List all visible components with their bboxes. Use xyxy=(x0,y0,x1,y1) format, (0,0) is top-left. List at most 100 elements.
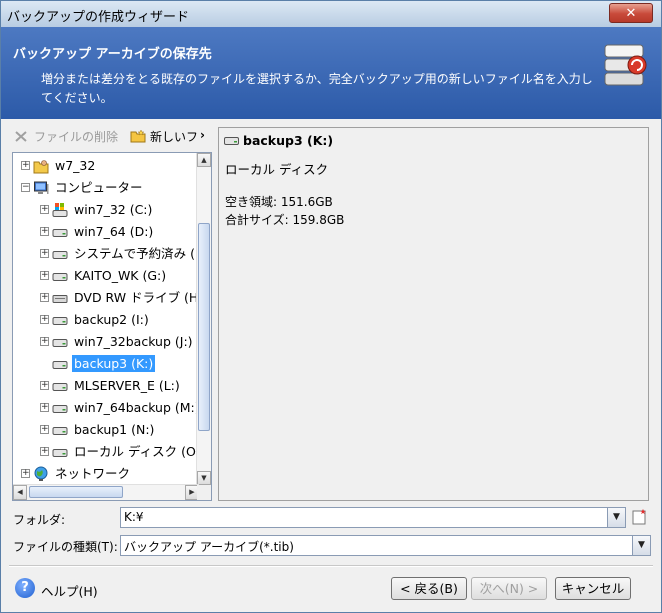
tree-item[interactable]: + システムで予約済み (F xyxy=(13,243,199,265)
vertical-scroll-thumb[interactable] xyxy=(198,223,210,431)
drive-icon xyxy=(52,268,68,284)
help-icon[interactable]: ? xyxy=(15,578,35,598)
new-folder-icon xyxy=(130,129,146,143)
tree-item[interactable]: + KAITO_WK (G:) xyxy=(13,265,199,287)
details-type: ローカル ディスク xyxy=(225,162,329,177)
system-drive-icon xyxy=(52,202,68,218)
backup-logo-icon xyxy=(604,44,647,86)
drive-icon xyxy=(52,356,68,372)
expand-plus-icon[interactable]: + xyxy=(40,337,49,346)
tree-item-label: MLSERVER_E (L:) xyxy=(74,378,180,393)
network-icon xyxy=(33,466,49,482)
tree-list: + w7_32 − コンピューター + win7_32 (C:) + win7_64 (D:)… xyxy=(13,155,199,485)
close-button[interactable]: ✕ xyxy=(609,3,653,23)
tree-item-label: backup1 (N:) xyxy=(74,422,155,437)
folder-dropdown-chevron-down-icon[interactable]: ▼ xyxy=(607,508,625,527)
expand-plus-icon[interactable]: + xyxy=(40,249,49,258)
tree-item-label: backup2 (I:) xyxy=(74,312,149,327)
folder-value: K:¥ xyxy=(124,510,144,524)
horizontal-scroll-thumb[interactable] xyxy=(29,486,123,498)
window-title: バックアップの作成ウィザード xyxy=(7,10,190,25)
drive-icon xyxy=(52,378,68,394)
tree-item-label: システムで予約済み (F xyxy=(74,246,199,261)
new-folder-button[interactable] xyxy=(631,508,649,526)
tree-item[interactable]: + ローカル ディスク (O: xyxy=(13,441,199,463)
tree-horizontal-scrollbar[interactable]: ◀ ▶ xyxy=(13,484,199,500)
expand-plus-icon[interactable]: + xyxy=(40,293,49,302)
tree-item[interactable]: − コンピューター xyxy=(13,177,199,199)
expand-plus-icon[interactable]: + xyxy=(40,271,49,280)
tree-item-label: win7_32 (C:) xyxy=(74,202,153,217)
header-banner: バックアップ アーカイブの保存先 増分または差分をとる既存のファイルを選択するか… xyxy=(1,27,661,119)
tree-item[interactable]: + backup1 (N:) xyxy=(13,419,199,441)
tree-item[interactable]: + win7_64 (D:) xyxy=(13,221,199,243)
toolbar-overflow-chevron-icon[interactable]: › xyxy=(200,128,205,142)
tree-item-label: win7_64 (D:) xyxy=(74,224,154,239)
expand-plus-icon[interactable]: + xyxy=(40,447,49,456)
folder-tree[interactable]: + w7_32 − コンピューター + win7_32 (C:) + win7_64 (D:)… xyxy=(12,152,212,501)
details-free-space: 空き領域: 151.6GB xyxy=(225,195,333,209)
tree-item-label: ネットワーク xyxy=(55,466,131,481)
file-type-value: バックアップ アーカイブ(*.tib) xyxy=(124,540,294,554)
details-title: backup3 (K:) xyxy=(243,133,334,148)
expand-plus-icon[interactable]: + xyxy=(40,403,49,412)
tree-item[interactable]: backup3 (K:) xyxy=(13,353,199,375)
tree-item-label: backup3 (K:) xyxy=(72,355,156,372)
user-folder-icon xyxy=(33,158,49,174)
tree-item-label: KAITO_WK (G:) xyxy=(74,268,167,283)
tree-item-label: win7_64backup (M:) xyxy=(74,400,199,415)
drive-icon xyxy=(52,224,68,240)
expand-plus-icon[interactable]: + xyxy=(21,469,30,478)
tree-item[interactable]: + w7_32 xyxy=(13,155,199,177)
expand-plus-icon[interactable]: + xyxy=(21,161,30,170)
scroll-left-button[interactable]: ◀ xyxy=(13,485,27,500)
folder-combo[interactable]: K:¥ ▼ xyxy=(120,507,626,528)
dvd-drive-icon xyxy=(52,290,68,306)
title-bar[interactable]: バックアップの作成ウィザード ✕ xyxy=(1,1,661,27)
delete-x-icon xyxy=(15,131,27,142)
tree-item[interactable]: + DVD RW ドライブ (H xyxy=(13,287,199,309)
expand-plus-icon[interactable]: + xyxy=(40,381,49,390)
details-panel: backup3 (K:) ローカル ディスク 空き領域: 151.6GB 合計サ… xyxy=(218,127,649,501)
expand-plus-icon[interactable]: + xyxy=(40,205,49,214)
file-type-dropdown-chevron-down-icon[interactable]: ▼ xyxy=(632,536,650,555)
scroll-up-button[interactable]: ▲ xyxy=(197,153,211,167)
new-file-label: 新しいフ xyxy=(150,130,199,144)
drive-icon xyxy=(52,334,68,350)
delete-file-label: ファイルの削除 xyxy=(34,130,119,144)
expand-plus-icon[interactable]: + xyxy=(40,227,49,236)
next-button[interactable]: 次へ(N) > xyxy=(471,577,547,600)
footer-divider xyxy=(9,565,653,567)
expand-plus-icon[interactable]: + xyxy=(40,315,49,324)
page-title: バックアップ アーカイブの保存先 xyxy=(13,47,212,62)
page-description: 増分または差分をとる既存のファイルを選択するか、完全バックアップ用の新しいファイ… xyxy=(41,72,593,105)
help-link[interactable]: ヘルプ(H) xyxy=(41,581,98,600)
tree-item[interactable]: + MLSERVER_E (L:) xyxy=(13,375,199,397)
tree-item[interactable]: + ネットワーク xyxy=(13,463,199,485)
scroll-down-button[interactable]: ▼ xyxy=(197,471,211,485)
tree-item[interactable]: + win7_32backup (J:) xyxy=(13,331,199,353)
drive-icon xyxy=(52,444,68,460)
cancel-button[interactable]: キャンセル xyxy=(555,577,631,600)
tree-vertical-scrollbar[interactable]: ▲ ▼ xyxy=(196,153,211,485)
file-toolbar: ファイルの削除 新しいフ › xyxy=(12,127,212,149)
drive-icon xyxy=(224,137,239,145)
drive-icon xyxy=(52,312,68,328)
computer-icon xyxy=(33,180,49,196)
tree-item-label: w7_32 xyxy=(55,158,96,173)
drive-icon xyxy=(52,246,68,262)
collapse-minus-icon[interactable]: − xyxy=(21,183,30,192)
expand-plus-icon[interactable]: + xyxy=(40,425,49,434)
tree-item[interactable]: + backup2 (I:) xyxy=(13,309,199,331)
tree-item[interactable]: + win7_32 (C:) xyxy=(13,199,199,221)
details-total-size: 合計サイズ: 159.8GB xyxy=(225,213,345,227)
tree-item-label: ローカル ディスク (O: xyxy=(74,444,199,459)
drive-icon xyxy=(52,422,68,438)
tree-item-label: win7_32backup (J:) xyxy=(74,334,193,349)
tree-item[interactable]: + win7_64backup (M:) xyxy=(13,397,199,419)
file-type-label: ファイルの種類(T): xyxy=(13,540,118,554)
wizard-window: バックアップの作成ウィザード ✕ バックアップ アーカイブの保存先 増分または差… xyxy=(0,0,662,613)
file-type-combo[interactable]: バックアップ アーカイブ(*.tib) ▼ xyxy=(120,535,651,556)
back-button[interactable]: < 戻る(B) xyxy=(391,577,467,600)
scroll-corner xyxy=(197,485,211,500)
